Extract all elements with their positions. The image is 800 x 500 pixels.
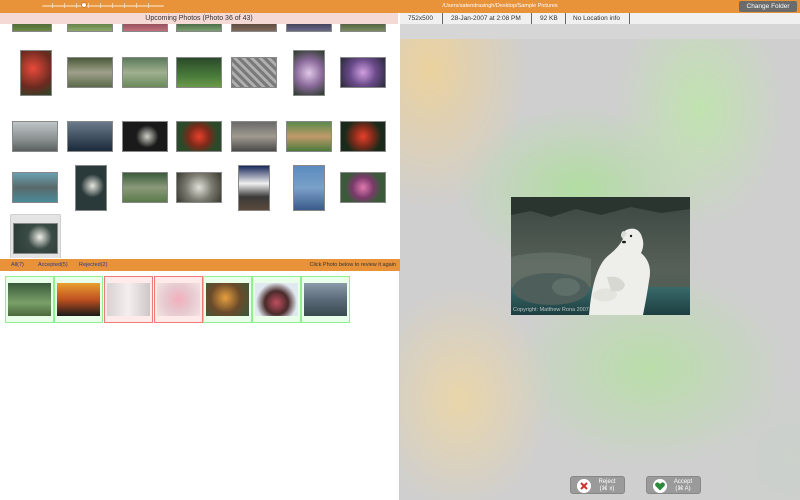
- slider-tick: [136, 3, 137, 8]
- photo-thumbnail[interactable]: [67, 57, 113, 88]
- slider-tick: [112, 3, 113, 8]
- accept-label: Accept: [673, 479, 693, 485]
- reviewed-photo-item[interactable]: [104, 276, 153, 323]
- separator: [565, 13, 566, 24]
- photo-thumbnail: [57, 283, 100, 316]
- photo-thumbnail: [8, 283, 51, 316]
- reviewed-photo-item[interactable]: [252, 276, 301, 323]
- accept-button[interactable]: Accept (⌘ A): [646, 476, 701, 494]
- filter-accepted-tab[interactable]: Accepted(5): [38, 262, 68, 268]
- photo-thumbnail[interactable]: [20, 50, 52, 96]
- reviewed-photo-item[interactable]: [154, 276, 203, 323]
- slider-tick: [124, 3, 125, 8]
- photo-dimensions: 752x500: [408, 15, 433, 22]
- thumbnail-size-slider[interactable]: [42, 2, 164, 8]
- photo-thumbnail: [206, 283, 249, 316]
- current-photo-selection[interactable]: [10, 214, 61, 258]
- review-filter-bar: All(7) Accepted(5) Rejected(2) Click Pho…: [0, 259, 400, 271]
- reject-button[interactable]: Reject (⌘ x): [570, 476, 625, 494]
- x-circle-icon: [577, 479, 591, 493]
- polar-bear-photo: [511, 197, 690, 315]
- change-folder-button[interactable]: Change Folder: [739, 1, 797, 12]
- reviewed-photos-area: [0, 271, 400, 500]
- slider-tick: [76, 3, 77, 8]
- upcoming-photos-header: Upcoming Photos (Photo 36 of 43): [0, 13, 398, 24]
- photo-date: 28-Jan-2007 at 2:08 PM: [451, 15, 521, 22]
- photo-thumbnail[interactable]: [286, 121, 332, 152]
- photo-thumbnail[interactable]: [75, 165, 107, 211]
- photo-preview: Copyright: Matthew Rona 2007: [511, 197, 690, 315]
- slider-tick: [88, 3, 89, 8]
- photo-thumbnail[interactable]: [176, 24, 222, 32]
- photo-location: No Location info: [573, 15, 620, 22]
- photo-thumbnail: [157, 283, 200, 316]
- photo-thumbnail[interactable]: [293, 165, 325, 211]
- reviewed-photo-item[interactable]: [54, 276, 103, 323]
- photo-thumbnail: [255, 283, 298, 316]
- upcoming-photo-grid: [0, 24, 398, 258]
- photo-thumbnail[interactable]: [122, 24, 168, 32]
- photo-thumbnail[interactable]: [231, 57, 277, 88]
- photo-thumbnail[interactable]: [340, 121, 386, 152]
- photo-thumbnail[interactable]: [122, 121, 168, 152]
- photo-thumbnail[interactable]: [340, 57, 386, 88]
- separator: [442, 13, 443, 24]
- preview-top-band: [400, 24, 800, 39]
- slider-tick: [64, 3, 65, 8]
- filter-rejected-tab[interactable]: Rejected(2): [79, 262, 107, 268]
- right-panel: 752x500 28-Jan-2007 at 2:08 PM 92 KB No …: [400, 13, 800, 500]
- photo-size: 92 KB: [540, 15, 558, 22]
- photo-thumbnail[interactable]: [286, 24, 332, 32]
- separator: [629, 13, 630, 24]
- reject-shortcut: (⌘ x): [599, 485, 615, 492]
- photo-thumbnail[interactable]: [340, 172, 386, 203]
- photo-thumbnail[interactable]: [122, 172, 168, 203]
- photo-thumbnail: [304, 283, 347, 316]
- separator: [531, 13, 532, 24]
- reviewed-photo-item[interactable]: [203, 276, 252, 323]
- photo-thumbnail[interactable]: [176, 172, 222, 203]
- photo-thumbnail[interactable]: [176, 57, 222, 88]
- slider-tick: [52, 3, 53, 8]
- photo-thumbnail[interactable]: [340, 24, 386, 32]
- photo-thumbnail[interactable]: [67, 24, 113, 32]
- photo-thumbnail[interactable]: [12, 172, 58, 203]
- folder-path: /Users/satendrasingh/Desktop/Sample Pict…: [442, 3, 558, 9]
- photo-thumbnail[interactable]: [176, 121, 222, 152]
- photo-thumbnail: [107, 283, 150, 316]
- photo-thumbnail[interactable]: [122, 57, 168, 88]
- reject-label: Reject: [598, 479, 616, 485]
- photo-thumbnail[interactable]: [293, 50, 325, 96]
- photo-thumbnail[interactable]: [231, 121, 277, 152]
- photo-thumbnail[interactable]: [231, 24, 277, 32]
- photo-thumbnail[interactable]: [67, 121, 113, 152]
- photo-thumbnail[interactable]: [13, 223, 58, 254]
- top-toolbar: /Users/satendrasingh/Desktop/Sample Pict…: [0, 0, 800, 13]
- slider-thumb[interactable]: [81, 2, 87, 8]
- photo-thumbnail[interactable]: [12, 24, 52, 32]
- review-hint: Click Photo below to review it again: [309, 262, 396, 268]
- reviewed-photo-item[interactable]: [5, 276, 54, 323]
- left-panel: Upcoming Photos (Photo 36 of 43) All(7) …: [0, 13, 400, 500]
- filter-all-tab[interactable]: All(7): [11, 262, 24, 268]
- slider-tick: [100, 3, 101, 8]
- slider-tick: [148, 3, 149, 8]
- accept-shortcut: (⌘ A): [675, 485, 691, 492]
- photo-thumbnail[interactable]: [238, 165, 270, 211]
- reviewed-photo-item[interactable]: [301, 276, 350, 323]
- heart-icon: [653, 479, 667, 493]
- photo-copyright: Copyright: Matthew Rona 2007: [513, 307, 589, 313]
- photo-info-bar: 752x500 28-Jan-2007 at 2:08 PM 92 KB No …: [400, 13, 800, 24]
- photo-thumbnail[interactable]: [12, 121, 58, 152]
